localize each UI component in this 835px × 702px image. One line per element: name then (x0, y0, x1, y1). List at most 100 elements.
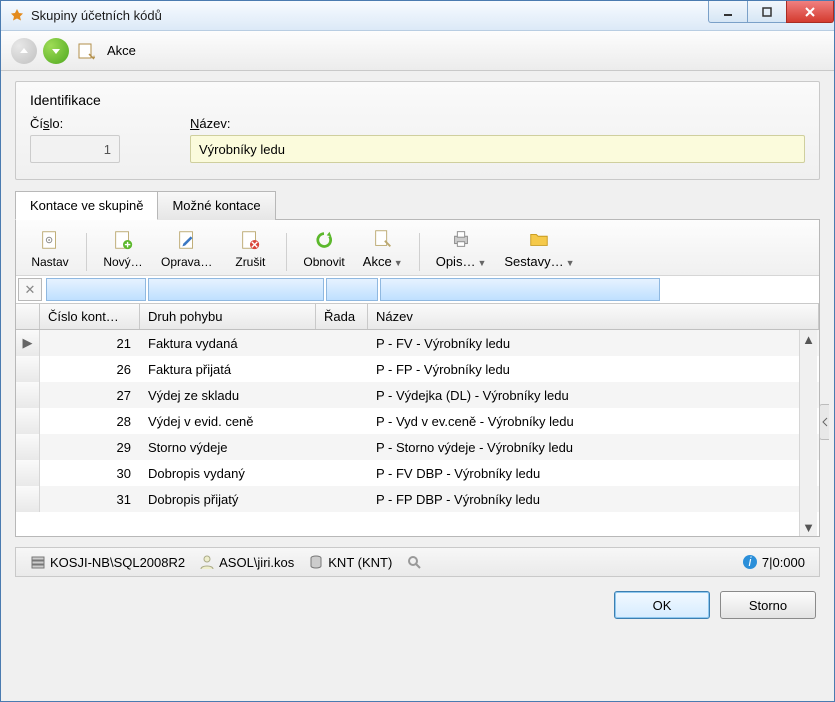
print-icon (448, 226, 474, 252)
new-icon (110, 227, 136, 253)
cell-nazev: P - Vyd v ev.ceně - Výrobníky ledu (368, 414, 819, 429)
app-window: Skupiny účetních kódů Akce Identifikace … (0, 0, 835, 702)
cell-druh: Výdej v evid. ceně (140, 414, 316, 429)
window-title: Skupiny účetních kódů (31, 8, 709, 23)
cell-druh: Storno výdeje (140, 440, 316, 455)
data-grid: Číslo kont… Druh pohybu Řada Název ▶21Fa… (16, 304, 819, 536)
table-row[interactable]: 26Faktura přijatá P - FP - Výrobníky ledu (16, 356, 819, 382)
vertical-scrollbar[interactable]: ▲ ▼ (799, 330, 817, 536)
row-indicator (16, 382, 40, 408)
maximize-button[interactable] (747, 1, 787, 23)
filter-rada[interactable] (326, 278, 378, 301)
table-row[interactable]: 30Dobropis vydaný P - FV DBP - Výrobníky … (16, 460, 819, 486)
table-row[interactable]: 27Výdej ze skladu P - Výdejka (DL) - Výro… (16, 382, 819, 408)
edit-icon (174, 227, 200, 253)
tool-obnovit[interactable]: Obnovit (295, 225, 352, 271)
action-icon (370, 226, 396, 252)
grid-body: ▶21Faktura vydanáP - FV - Výrobníky ledu… (16, 330, 819, 536)
filter-cislo[interactable] (46, 278, 146, 301)
tool-akce[interactable]: Akce▼ (355, 224, 411, 271)
cell-nazev: P - Výdejka (DL) - Výrobníky ledu (368, 388, 819, 403)
tool-novy[interactable]: Nový… (95, 225, 151, 271)
scroll-down-icon[interactable]: ▼ (802, 520, 816, 534)
grid-header: Číslo kont… Druh pohybu Řada Název (16, 304, 819, 330)
cell-druh: Výdej ze skladu (140, 388, 316, 403)
cell-cislo: 31 (40, 492, 140, 507)
cell-cislo: 27 (40, 388, 140, 403)
status-search[interactable] (406, 554, 422, 570)
header-cislo[interactable]: Číslo kont… (40, 304, 140, 329)
cell-cislo: 28 (40, 414, 140, 429)
action-menu-icon[interactable] (75, 40, 97, 62)
refresh-icon (311, 227, 337, 253)
close-button[interactable] (786, 1, 834, 23)
nazev-field[interactable] (190, 135, 805, 163)
tool-oprava[interactable]: Oprava… (153, 225, 220, 271)
table-row[interactable]: 28Výdej v evid. ceně P - Vyd v ev.ceně - … (16, 408, 819, 434)
cell-nazev: P - FV DBP - Výrobníky ledu (368, 466, 819, 481)
tool-nastav[interactable]: Nastav (22, 225, 78, 271)
storno-button[interactable]: Storno (720, 591, 816, 619)
cell-druh: Faktura přijatá (140, 362, 316, 377)
server-icon (30, 554, 46, 570)
cell-nazev: P - Storno výdeje - Výrobníky ledu (368, 440, 819, 455)
dialog-buttons: OK Storno (1, 577, 834, 633)
delete-icon (237, 227, 263, 253)
cell-cislo: 29 (40, 440, 140, 455)
tabstrip: Kontace ve skupině Možné kontace (15, 190, 820, 219)
filter-druh[interactable] (148, 278, 324, 301)
main-actionbar: Akce (1, 31, 834, 71)
chevron-down-icon: ▼ (566, 258, 575, 268)
action-menu-label[interactable]: Akce (107, 43, 136, 58)
folder-icon (526, 226, 552, 252)
cell-druh: Dobropis vydaný (140, 466, 316, 481)
side-expand-handle[interactable] (819, 404, 829, 440)
chevron-down-icon: ▼ (394, 258, 403, 268)
tool-sestavy[interactable]: Sestavy…▼ (496, 224, 582, 271)
search-icon (406, 554, 422, 570)
status-server: KOSJI-NB\SQL2008R2 (30, 554, 185, 570)
table-row[interactable]: ▶21Faktura vydanáP - FV - Výrobníky ledu (16, 330, 819, 356)
info-icon: i (742, 554, 758, 570)
tab-panel: Nastav Nový… Oprava… Zrušit (15, 219, 820, 537)
cell-cislo: 26 (40, 362, 140, 377)
cell-nazev: P - FP DBP - Výrobníky ledu (368, 492, 819, 507)
header-druh[interactable]: Druh pohybu (140, 304, 316, 329)
nazev-label: Název: (190, 116, 805, 131)
filter-nazev[interactable] (380, 278, 660, 301)
header-rada[interactable]: Řada (316, 304, 368, 329)
tool-zrusit[interactable]: Zrušit (222, 225, 278, 271)
row-indicator (16, 460, 40, 486)
row-indicator: ▶ (16, 330, 40, 356)
clear-filter-button[interactable]: ✕ (18, 278, 42, 301)
statusbar: KOSJI-NB\SQL2008R2 ASOL\jiri.kos KNT (KN… (15, 547, 820, 577)
cislo-field[interactable] (30, 135, 120, 163)
tabs-container: Kontace ve skupině Možné kontace Nastav … (15, 190, 820, 537)
row-indicator (16, 434, 40, 460)
cell-cislo: 30 (40, 466, 140, 481)
tab-kontace-ve-skupine[interactable]: Kontace ve skupině (15, 191, 158, 220)
tab-mozne-kontace[interactable]: Možné kontace (157, 191, 275, 220)
scroll-up-icon[interactable]: ▲ (802, 332, 816, 346)
user-icon (199, 554, 215, 570)
cell-druh: Faktura vydaná (140, 336, 316, 351)
row-indicator (16, 408, 40, 434)
cell-nazev: P - FP - Výrobníky ledu (368, 362, 819, 377)
table-row[interactable]: 29Storno výdeje P - Storno výdeje - Výrob… (16, 434, 819, 460)
app-icon (9, 8, 25, 24)
table-row[interactable]: 31Dobropis přijatý P - FP DBP - Výrobníky… (16, 486, 819, 512)
tool-opis[interactable]: Opis…▼ (428, 224, 495, 271)
titlebar: Skupiny účetních kódů (1, 1, 834, 31)
status-user: ASOL\jiri.kos (199, 554, 294, 570)
ok-button[interactable]: OK (614, 591, 710, 619)
nav-up-button[interactable] (11, 38, 37, 64)
gear-icon (37, 227, 63, 253)
row-indicator (16, 356, 40, 382)
header-nazev[interactable]: Název (368, 304, 819, 329)
database-icon (308, 554, 324, 570)
window-controls (709, 1, 834, 30)
chevron-down-icon: ▼ (477, 258, 486, 268)
minimize-button[interactable] (708, 1, 748, 23)
nav-down-button[interactable] (43, 38, 69, 64)
cell-druh: Dobropis přijatý (140, 492, 316, 507)
